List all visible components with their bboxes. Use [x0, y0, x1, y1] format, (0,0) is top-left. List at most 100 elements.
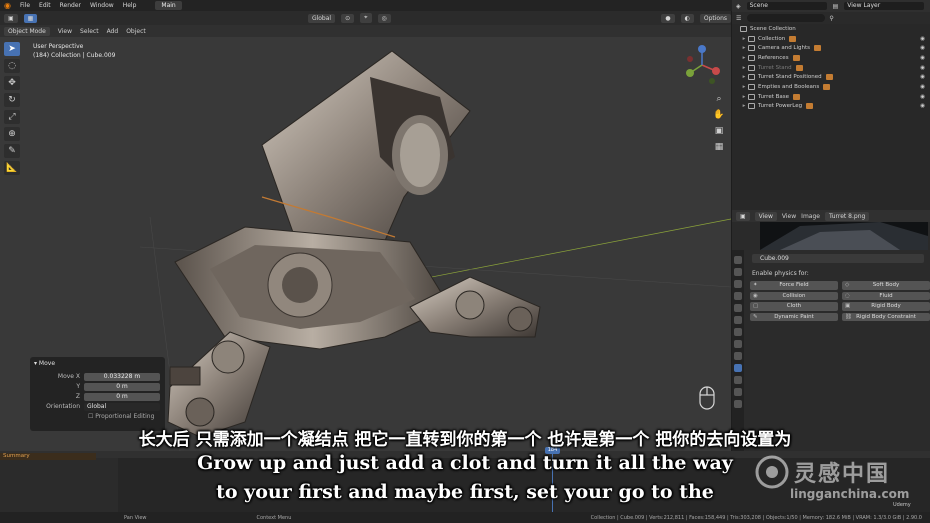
outliner-item[interactable]: ▸ Collection ◉: [732, 34, 930, 44]
physics-button[interactable]: ◇ Soft Body: [842, 281, 930, 290]
pivot-icon[interactable]: ⊙: [341, 13, 355, 23]
menu-object[interactable]: Object: [126, 28, 146, 35]
shading-material-icon[interactable]: ◐: [680, 13, 694, 23]
move-panel-title[interactable]: ▾ Move: [34, 360, 161, 367]
physics-button[interactable]: ◌ Fluid: [842, 291, 930, 300]
physics-tab-icon[interactable]: [734, 364, 742, 372]
physics-button[interactable]: ⛓ Rigid Body Constraint: [842, 312, 930, 321]
snap-icon[interactable]: ⌖: [360, 13, 372, 23]
pan-hand-icon[interactable]: ✋: [713, 109, 725, 121]
outliner-root[interactable]: Scene Collection: [732, 24, 930, 34]
physics-button[interactable]: ✎ Dynamic Paint: [750, 312, 838, 321]
outliner-item[interactable]: ▸ Turret Stand Positioned ◉: [732, 72, 930, 82]
object-name-field[interactable]: Cube.009: [752, 254, 924, 263]
visibility-eye-icon[interactable]: ◉: [920, 36, 925, 42]
expand-arrow-icon[interactable]: ▸: [740, 36, 748, 42]
annotate-icon[interactable]: ✎: [4, 144, 20, 158]
measure-icon[interactable]: 📐: [4, 161, 20, 175]
workspace-tab-main[interactable]: Main: [155, 1, 182, 10]
world-tab-icon[interactable]: [734, 316, 742, 324]
tool-tab-icon[interactable]: [734, 256, 742, 264]
physics-button[interactable]: ▢ Cloth: [750, 302, 838, 311]
shading-solid-icon[interactable]: ●: [661, 13, 675, 23]
image-editor-type-icon[interactable]: ▣: [736, 211, 750, 221]
move-y-field[interactable]: 0 m: [84, 382, 160, 391]
visibility-eye-icon[interactable]: ◉: [920, 84, 925, 90]
select-cursor-icon[interactable]: ➤: [4, 42, 20, 56]
editor-type-icon[interactable]: ▣: [4, 13, 18, 23]
rotate-icon[interactable]: ↻: [4, 93, 20, 107]
outliner-item[interactable]: ▸ Turret Base ◉: [732, 92, 930, 102]
image-view-menu[interactable]: View: [782, 213, 796, 220]
expand-arrow-icon[interactable]: ▸: [740, 84, 748, 90]
proportional-icon[interactable]: ◎: [377, 13, 391, 23]
visibility-eye-icon[interactable]: ◉: [920, 94, 925, 100]
visibility-eye-icon[interactable]: ◉: [920, 45, 925, 51]
orientation-select[interactable]: Global: [84, 402, 160, 411]
scene-icon[interactable]: ◈: [736, 3, 741, 10]
navigation-gizmo[interactable]: [678, 41, 726, 89]
menu-window[interactable]: Window: [90, 2, 114, 9]
object-tab-icon[interactable]: [734, 328, 742, 336]
view-layer-selector[interactable]: View Layer: [844, 2, 925, 10]
menu-help[interactable]: Help: [123, 2, 137, 9]
data-tab-icon[interactable]: [734, 388, 742, 396]
display-mode-icon[interactable]: ☰: [736, 15, 741, 22]
proportional-editing-checkbox[interactable]: ☐ Proportional Editing: [88, 413, 154, 420]
expand-arrow-icon[interactable]: ▸: [740, 45, 748, 51]
physics-button[interactable]: ▣ Rigid Body: [842, 302, 930, 311]
physics-button[interactable]: ◉ Collision: [750, 291, 838, 300]
camera-view-icon[interactable]: ▣: [713, 125, 725, 137]
transform-icon[interactable]: ⊕: [4, 127, 20, 141]
menu-view[interactable]: View: [58, 28, 72, 35]
move-z-field[interactable]: 0 m: [84, 392, 160, 401]
visibility-eye-icon[interactable]: ◉: [920, 55, 925, 61]
menu-select[interactable]: Select: [80, 28, 99, 35]
menu-edit[interactable]: Edit: [39, 2, 51, 9]
select-box-icon[interactable]: ▦: [23, 13, 38, 23]
outliner-search-input[interactable]: [747, 14, 826, 22]
expand-arrow-icon[interactable]: ▸: [740, 65, 748, 71]
menu-add[interactable]: Add: [107, 28, 119, 35]
material-tab-icon[interactable]: [734, 400, 742, 408]
particles-tab-icon[interactable]: [734, 352, 742, 360]
expand-arrow-icon[interactable]: ▸: [740, 94, 748, 100]
outliner-item[interactable]: ▸ References ◉: [732, 53, 930, 63]
visibility-eye-icon[interactable]: ◉: [920, 103, 925, 109]
scene-tab-icon[interactable]: [734, 304, 742, 312]
visibility-eye-icon[interactable]: ◉: [920, 65, 925, 71]
view-dropdown[interactable]: View: [754, 211, 777, 221]
move-x-field[interactable]: 0.033228 m: [84, 372, 160, 381]
image-image-menu[interactable]: Image: [801, 213, 820, 220]
view-layer-icon[interactable]: ▤: [833, 3, 839, 10]
render-tab-icon[interactable]: [734, 268, 742, 276]
outliner-item[interactable]: ▸ Empties and Booleans ◉: [732, 82, 930, 92]
options-dropdown[interactable]: Options: [699, 13, 731, 23]
scene-selector[interactable]: Scene: [746, 2, 827, 10]
expand-arrow-icon[interactable]: ▸: [740, 74, 748, 80]
image-name-field[interactable]: Turret 8.png: [824, 211, 870, 221]
mode-dropdown[interactable]: Object Mode: [4, 26, 50, 36]
outliner-item[interactable]: ▸ Turret Stand ◉: [732, 63, 930, 73]
expand-arrow-icon[interactable]: ▸: [740, 103, 748, 109]
move-icon[interactable]: ✥: [4, 76, 20, 90]
outliner-item[interactable]: ▸ Turret PowerLeg ◉: [732, 102, 930, 112]
scale-icon[interactable]: ⤢: [4, 110, 20, 124]
modifier-tab-icon[interactable]: [734, 340, 742, 348]
visibility-eye-icon[interactable]: ◉: [920, 74, 925, 80]
filter-icon[interactable]: ⚲: [829, 15, 833, 22]
cursor-icon[interactable]: ◌: [4, 59, 20, 73]
zoom-icon[interactable]: ⌕: [713, 93, 725, 105]
expand-arrow-icon[interactable]: ▸: [740, 55, 748, 61]
menu-file[interactable]: File: [20, 2, 30, 9]
blender-logo-icon[interactable]: ◉: [4, 1, 11, 10]
orientation-dropdown[interactable]: Global: [307, 13, 336, 23]
constraints-tab-icon[interactable]: [734, 376, 742, 384]
grid-view-icon[interactable]: ▦: [713, 141, 725, 153]
outliner-item[interactable]: ▸ Camera and Lights ◉: [732, 43, 930, 53]
3d-viewport[interactable]: ▣ ▦ Global ⊙ ⌖ ◎ ● ◐ Options Object Mode…: [0, 11, 731, 451]
physics-button[interactable]: ✦ Force Field: [750, 281, 838, 290]
view-layer-tab-icon[interactable]: [734, 292, 742, 300]
output-tab-icon[interactable]: [734, 280, 742, 288]
menu-render[interactable]: Render: [60, 2, 81, 9]
